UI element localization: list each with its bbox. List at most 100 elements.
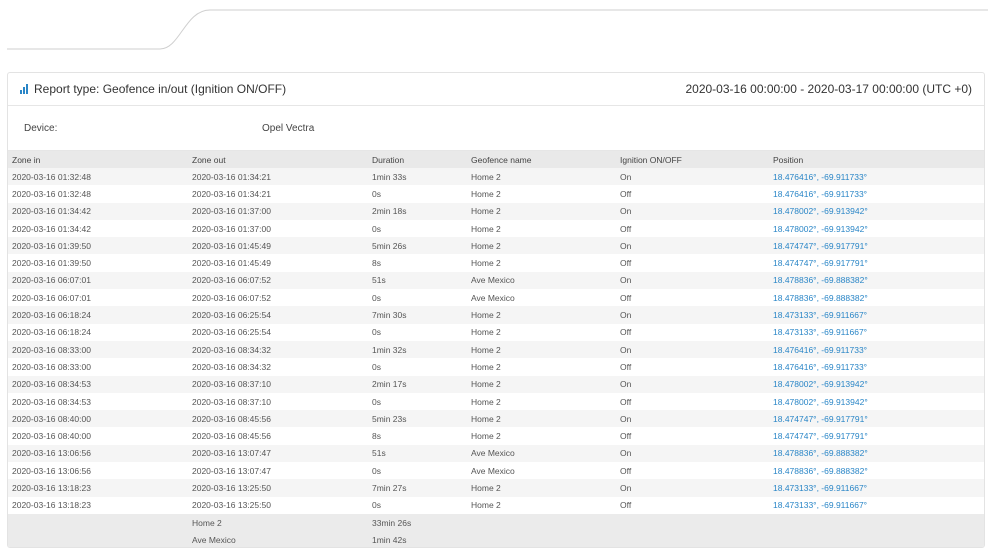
geofence-name-cell: Home 2	[471, 500, 501, 511]
zone-in-cell: 2020-03-16 13:18:23	[12, 500, 91, 511]
ignition-cell: Off	[620, 188, 632, 199]
ignition-cell: Off	[620, 500, 632, 511]
report-panel: Report type: Geofence in/out (Ignition O…	[7, 72, 985, 548]
duration-cell: 7min 30s	[372, 310, 407, 321]
position-link[interactable]: 18.474747°, -69.917791°	[769, 410, 984, 427]
position-link[interactable]: 18.478002°, -69.913942°	[769, 376, 984, 393]
summary-empty	[8, 531, 188, 547]
zone-out-cell: 2020-03-16 13:07:47	[192, 448, 271, 459]
position-link[interactable]: 18.478836°, -69.888382°	[769, 445, 984, 462]
ignition-cell: Off	[620, 396, 632, 407]
table-row: 2020-03-16 13:06:56 2020-03-16 13:07:47 0s…	[8, 462, 984, 480]
position-link[interactable]: 18.473133°, -69.911667°	[769, 306, 984, 323]
duration-cell: 51s	[372, 275, 386, 286]
geofence-name-cell: Home 2	[471, 379, 501, 390]
table-row: 2020-03-16 08:33:00 2020-03-16 08:34:32 1m…	[8, 340, 984, 359]
geofence-name-cell: Home 2	[471, 223, 501, 234]
summary-empty	[769, 514, 984, 531]
zone-in-cell: 2020-03-16 01:39:50	[12, 258, 91, 269]
geofence-table: Zone in Zone out Duration Geofence name …	[8, 151, 984, 547]
ignition-cell: Off	[620, 361, 632, 372]
zone-in-cell: 2020-03-16 01:39:50	[12, 240, 91, 251]
ignition-cell: Off	[620, 258, 632, 269]
duration-cell: 0s	[372, 292, 381, 303]
table-header-row: Zone in Zone out Duration Geofence name …	[8, 151, 984, 168]
table-row: 2020-03-16 01:39:50 2020-03-16 01:45:49 8s…	[8, 254, 984, 272]
position-link[interactable]: 18.473133°, -69.911667°	[769, 497, 984, 514]
position-link[interactable]: 18.473133°, -69.911667°	[769, 479, 984, 496]
table-row: 2020-03-16 08:33:00 2020-03-16 08:34:32 0s…	[8, 358, 984, 376]
zone-out-cell: 2020-03-16 08:37:10	[192, 379, 271, 390]
position-link[interactable]: 18.478836°, -69.888382°	[769, 289, 984, 306]
geofence-name-cell: Home 2	[471, 171, 501, 182]
position-link[interactable]: 18.476416°, -69.911733°	[769, 341, 984, 358]
zone-in-cell: 2020-03-16 13:06:56	[12, 448, 91, 459]
position-link[interactable]: 18.478002°, -69.913942°	[769, 393, 984, 410]
table-row: 2020-03-16 06:18:24 2020-03-16 06:25:54 7m…	[8, 306, 984, 324]
table-row: 2020-03-16 13:18:23 2020-03-16 13:25:50 0s…	[8, 496, 984, 514]
table-row: 2020-03-16 01:32:48 2020-03-16 01:34:21 1m…	[8, 168, 984, 186]
zone-in-cell: 2020-03-16 08:33:00	[12, 361, 91, 372]
duration-cell: 2min 17s	[372, 379, 407, 390]
ignition-cell: On	[620, 482, 632, 493]
duration-cell: 8s	[372, 431, 381, 442]
zone-out-cell: 2020-03-16 08:34:32	[192, 344, 271, 355]
position-link[interactable]: 18.478836°, -69.888382°	[769, 272, 984, 289]
zone-out-cell: 2020-03-16 01:37:00	[192, 223, 271, 234]
geofence-name-cell: Home 2	[471, 344, 501, 355]
table-row: 2020-03-16 01:39:50 2020-03-16 01:45:49 5m…	[8, 237, 984, 255]
ignition-cell: Off	[620, 431, 632, 442]
col-position: Position	[773, 154, 804, 165]
ignition-cell: On	[620, 344, 632, 355]
duration-cell: 5min 26s	[372, 240, 407, 251]
zone-in-cell: 2020-03-16 13:18:23	[12, 482, 91, 493]
summary-duration: 1min 42s	[372, 534, 407, 545]
duration-cell: 7min 27s	[372, 482, 407, 493]
zone-out-cell: 2020-03-16 08:37:10	[192, 396, 271, 407]
zone-in-cell: 2020-03-16 08:34:53	[12, 396, 91, 407]
table-row: 2020-03-16 08:34:53 2020-03-16 08:37:10 2m…	[8, 375, 984, 393]
summary-geofence-name: Ave Mexico	[192, 534, 236, 545]
zone-in-cell: 2020-03-16 01:34:42	[12, 206, 91, 217]
position-link[interactable]: 18.478002°, -69.913942°	[769, 203, 984, 220]
table-row: 2020-03-16 01:32:48 2020-03-16 01:34:21 0s…	[8, 185, 984, 203]
zone-in-cell: 2020-03-16 01:32:48	[12, 188, 91, 199]
position-link[interactable]: 18.476416°, -69.911733°	[769, 168, 984, 185]
position-link[interactable]: 18.474747°, -69.917791°	[769, 254, 984, 271]
position-link[interactable]: 18.473133°, -69.911667°	[769, 324, 984, 341]
zone-in-cell: 2020-03-16 06:07:01	[12, 292, 91, 303]
position-link[interactable]: 18.478002°, -69.913942°	[769, 220, 984, 237]
position-link[interactable]: 18.474747°, -69.917791°	[769, 237, 984, 254]
duration-cell: 0s	[372, 188, 381, 199]
device-value: Opel Vectra	[262, 122, 315, 134]
position-link[interactable]: 18.476416°, -69.911733°	[769, 185, 984, 202]
zone-out-cell: 2020-03-16 06:25:54	[192, 327, 271, 338]
summary-empty	[8, 514, 188, 531]
col-duration: Duration	[372, 154, 405, 165]
device-label: Device:	[24, 122, 58, 134]
zone-in-cell: 2020-03-16 06:18:24	[12, 327, 91, 338]
ignition-cell: On	[620, 310, 632, 321]
geofence-name-cell: Home 2	[471, 431, 501, 442]
geofence-name-cell: Ave Mexico	[471, 465, 515, 476]
position-link[interactable]: 18.478836°, -69.888382°	[769, 462, 984, 479]
zone-in-cell: 2020-03-16 01:32:48	[12, 171, 91, 182]
summary-row: Home 2 33min 26s	[8, 513, 984, 532]
report-header: Report type: Geofence in/out (Ignition O…	[8, 73, 984, 106]
table-row: 2020-03-16 06:18:24 2020-03-16 06:25:54 0s…	[8, 323, 984, 341]
duration-cell: 1min 32s	[372, 344, 407, 355]
table-row: 2020-03-16 08:40:00 2020-03-16 08:45:56 8s…	[8, 427, 984, 445]
zone-out-cell: 2020-03-16 01:34:21	[192, 188, 271, 199]
table-row: 2020-03-16 08:40:00 2020-03-16 08:45:56 5m…	[8, 410, 984, 428]
position-link[interactable]: 18.476416°, -69.911733°	[769, 358, 984, 375]
zone-out-cell: 2020-03-16 08:34:32	[192, 361, 271, 372]
summary-duration: 33min 26s	[372, 517, 412, 528]
zone-out-cell: 2020-03-16 06:25:54	[192, 310, 271, 321]
position-link[interactable]: 18.474747°, -69.917791°	[769, 427, 984, 444]
zone-in-cell: 2020-03-16 06:18:24	[12, 310, 91, 321]
duration-cell: 8s	[372, 258, 381, 269]
zone-out-cell: 2020-03-16 13:07:47	[192, 465, 271, 476]
geofence-name-cell: Home 2	[471, 310, 501, 321]
zone-out-cell: 2020-03-16 01:34:21	[192, 171, 271, 182]
ignition-cell: On	[620, 413, 632, 424]
